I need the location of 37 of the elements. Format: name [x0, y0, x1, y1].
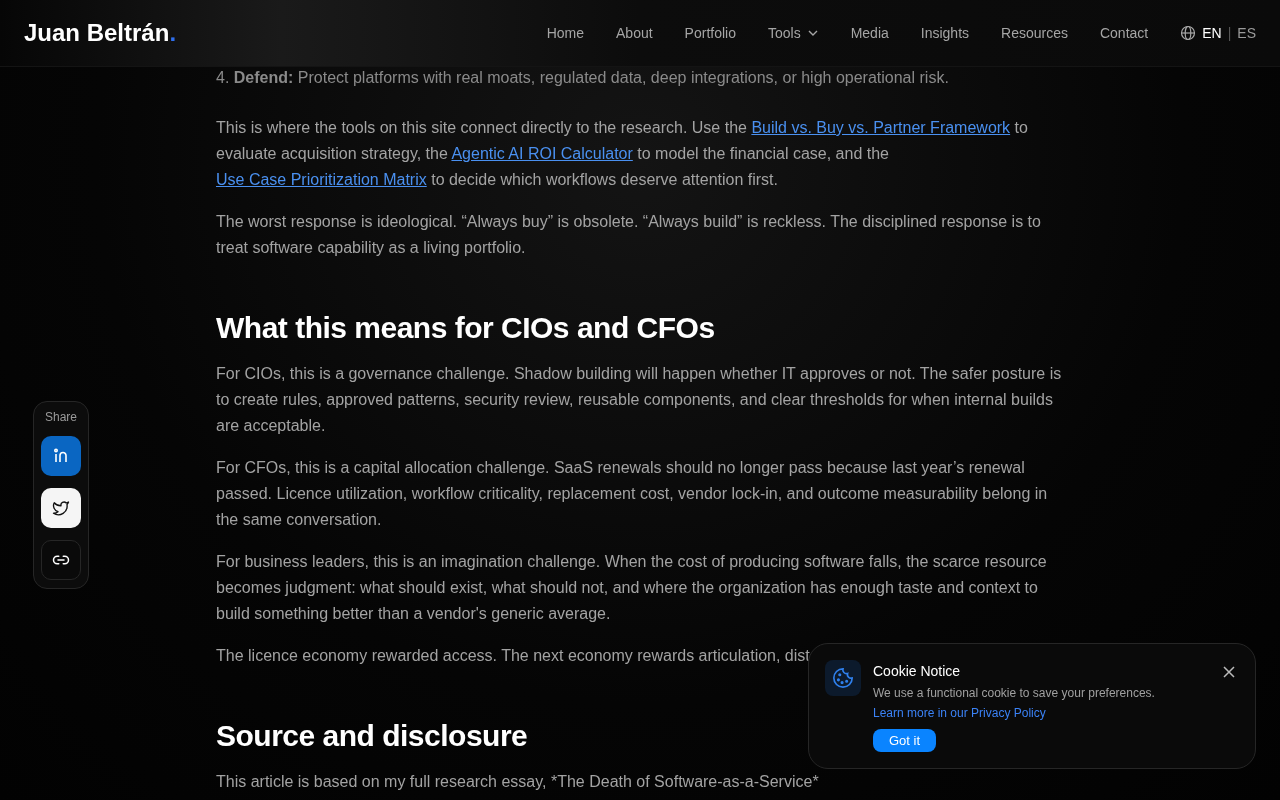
- bird-icon: [52, 499, 70, 517]
- nav-link[interactable]: About: [616, 25, 653, 41]
- nav-link[interactable]: Insights: [920, 25, 970, 41]
- language-option[interactable]: EN: [1202, 25, 1222, 41]
- section-heading: What this means for CIOs and CFOs: [216, 310, 715, 346]
- nav-link[interactable]: Tools: [767, 25, 819, 41]
- cookie-title: Cookie Notice: [873, 662, 961, 681]
- paragraph: This article is based on my full research essay, *The Death of Software-as-a-Service*: [216, 772, 820, 792]
- nav-link[interactable]: Media: [850, 25, 889, 41]
- list-item-text: 4. Defend: Protect platforms with real moats, regulated data, deep integrations, or high operational risk.: [216, 68, 950, 88]
- text-link[interactable]: Agentic AI ROI Calculator: [451, 145, 633, 162]
- site-logo[interactable]: Juan Beltrán.: [24, 19, 177, 47]
- linkedin-share-button[interactable]: [41, 436, 81, 476]
- privacy-policy-link[interactable]: Learn more in our Privacy Policy: [873, 703, 1046, 723]
- copy-link-button[interactable]: [41, 540, 81, 580]
- paragraph: For business leaders, this is an imagination challenge. When the cost of producing software falls, the scarce resource becomes judgment: what should exist, what should not, and where the organization has enough taste and context to build something better than a vendor's generic average.: [216, 552, 1048, 624]
- nav-link[interactable]: Contact: [1099, 25, 1149, 41]
- paragraph: For CIOs, this is a governance challenge. Shadow building will happen whether IT approves or not. The safer posture is to create rules, approved patterns, security review, reusable components, and clear thresholds for when internal builds are acceptable.: [216, 364, 1063, 436]
- share-label: Share: [45, 410, 77, 424]
- paragraph: This is where the tools on this site connect directly to the research. Use the Build vs. Buy vs. Partner Framework to evaluate acquisition strategy, the Agentic AI ROI Calculator to model the financial case, and the Use Case Prioritization Matrix to decide which workflows deserve attention first.: [216, 118, 1029, 190]
- nav-link[interactable]: Portfolio: [684, 25, 736, 41]
- globe-icon: [1180, 25, 1197, 41]
- paragraph: The worst response is ideological. “Always buy” is obsolete. “Always build” is reckless. The disciplined response is to treat software capability as a living portfolio.: [216, 212, 1042, 258]
- section-heading: Source and disclosure: [216, 718, 528, 754]
- cookie-icon: [825, 660, 861, 696]
- text-link[interactable]: Use Case Prioritization Matrix: [216, 171, 427, 188]
- paragraph: For CFOs, this is a capital allocation challenge. SaaS renewals should no longer pass because last year’s renewal passed. Licence utilization, workflow criticality, replacement cost, vendor lock-in, and outcome measurability belong in the same conversation.: [216, 458, 1049, 530]
- nav-link[interactable]: Home: [546, 25, 584, 41]
- cookie-message: We use a functional cookie to save your preferences. Learn more in our Privacy Policy: [873, 683, 1193, 723]
- text-link[interactable]: Build vs. Buy vs. Partner Framework: [751, 119, 1011, 136]
- linkedin-icon: [52, 447, 70, 465]
- language-separator: |: [1227, 25, 1232, 41]
- nav-link[interactable]: Resources: [1001, 25, 1068, 41]
- bird-share-button[interactable]: [41, 488, 81, 528]
- got-it-button[interactable]: Got it: [873, 729, 937, 752]
- paragraph: The licence economy rewarded access. The next economy rewards articulation, dist: [216, 646, 811, 666]
- language-option[interactable]: ES: [1237, 25, 1256, 41]
